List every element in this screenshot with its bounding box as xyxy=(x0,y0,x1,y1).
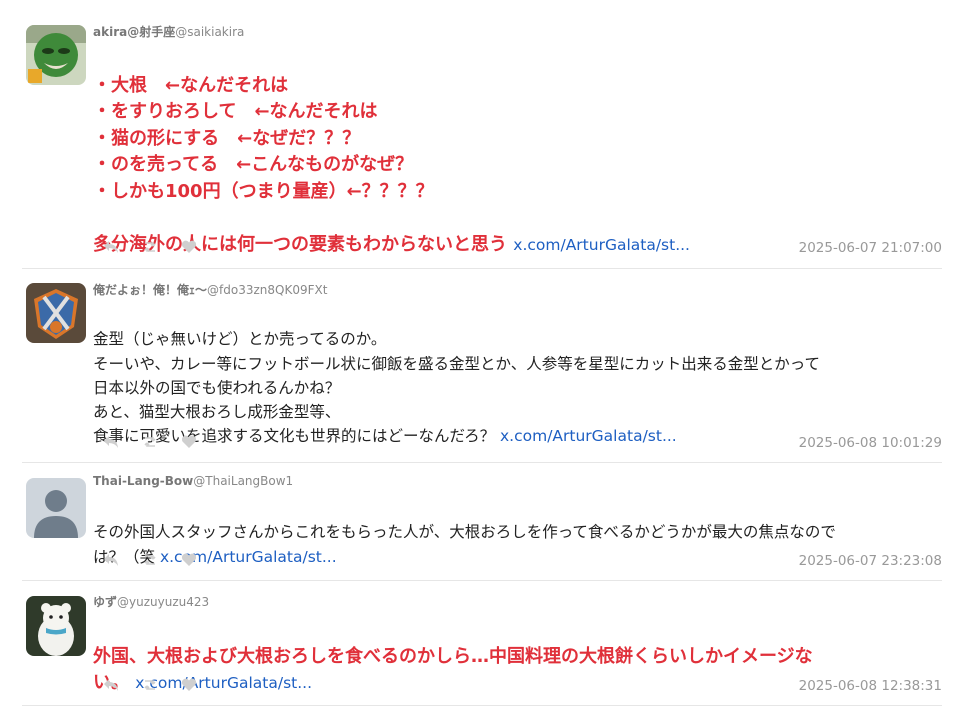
divider xyxy=(22,705,942,706)
heart-icon[interactable] xyxy=(181,238,220,256)
tweet-link[interactable]: x.com/ArturGalata/st... xyxy=(500,427,677,445)
tweet-actions xyxy=(103,238,220,256)
timestamp[interactable]: 2025-06-08 12:38:31 xyxy=(799,678,942,694)
tweet-item: ゆず@yuzuyuzu423 外国、大根および大根おろしを食べるのかしら…中国料… xyxy=(0,580,954,706)
display-name[interactable]: 俺だよぉ！俺！俺ｪ～ xyxy=(93,283,207,297)
retweet-icon[interactable] xyxy=(142,551,181,569)
heart-icon[interactable] xyxy=(181,551,220,569)
tweet-header: Thai-Lang-Bow@ThaiLangBow1 xyxy=(93,474,293,488)
timestamp[interactable]: 2025-06-08 10:01:29 xyxy=(799,435,942,451)
display-name[interactable]: akira@射手座 xyxy=(93,25,175,39)
tweet-item: akira@射手座@saikiakira ・大根 ←なんだそれは ・をすりおろし… xyxy=(0,0,954,268)
retweet-icon[interactable] xyxy=(142,433,181,451)
avatar[interactable] xyxy=(26,283,86,343)
tweet-actions xyxy=(103,551,220,569)
tweet-link[interactable]: x.com/ArturGalata/st... xyxy=(513,236,690,254)
heart-icon[interactable] xyxy=(181,433,220,451)
tweet-header: akira@射手座@saikiakira xyxy=(93,23,244,40)
tweet-actions xyxy=(103,433,220,451)
handle[interactable]: @yuzuyuzu423 xyxy=(117,595,209,609)
retweet-icon[interactable] xyxy=(142,676,181,694)
display-name[interactable]: Thai-Lang-Bow xyxy=(93,474,193,488)
tweet-header: 俺だよぉ！俺！俺ｪ～@fdo33zn8QK09FXt xyxy=(93,281,327,298)
handle[interactable]: @saikiakira xyxy=(175,25,244,39)
avatar[interactable] xyxy=(26,25,86,85)
reply-icon[interactable] xyxy=(103,238,142,256)
tweet-item: Thai-Lang-Bow@ThaiLangBow1 その外国人スタッフさんから… xyxy=(0,462,954,580)
handle[interactable]: @ThaiLangBow1 xyxy=(193,474,293,488)
timestamp[interactable]: 2025-06-07 21:07:00 xyxy=(799,240,942,256)
reply-icon[interactable] xyxy=(103,551,142,569)
tweet-text: 金型（じゃ無いけど）とか売ってるのか。 そーいや、カレー等にフットボール状に御飯… xyxy=(93,303,943,449)
tweet-actions xyxy=(103,676,220,694)
handle[interactable]: @fdo33zn8QK09FXt xyxy=(207,283,327,297)
reply-icon[interactable] xyxy=(103,433,142,451)
reply-icon[interactable] xyxy=(103,676,142,694)
timestamp[interactable]: 2025-06-07 23:23:08 xyxy=(799,553,942,569)
tweet-header: ゆず@yuzuyuzu423 xyxy=(93,593,209,610)
retweet-icon[interactable] xyxy=(142,238,181,256)
tweet-text-content: ・大根 ←なんだそれは ・をすりおろして ←なんだそれは ・猫の形にする ←なぜ… xyxy=(93,74,507,255)
avatar[interactable] xyxy=(26,478,86,538)
heart-icon[interactable] xyxy=(181,676,220,694)
tweet-text: ・大根 ←なんだそれは ・をすりおろして ←なんだそれは ・猫の形にする ←なぜ… xyxy=(93,46,943,258)
tweet-text-content: 金型（じゃ無いけど）とか売ってるのか。 そーいや、カレー等にフットボール状に御飯… xyxy=(93,330,820,446)
avatar[interactable] xyxy=(26,596,86,656)
display-name[interactable]: ゆず xyxy=(93,595,117,609)
tweet-item: 俺だよぉ！俺！俺ｪ～@fdo33zn8QK09FXt 金型（じゃ無いけど）とか売… xyxy=(0,268,954,462)
